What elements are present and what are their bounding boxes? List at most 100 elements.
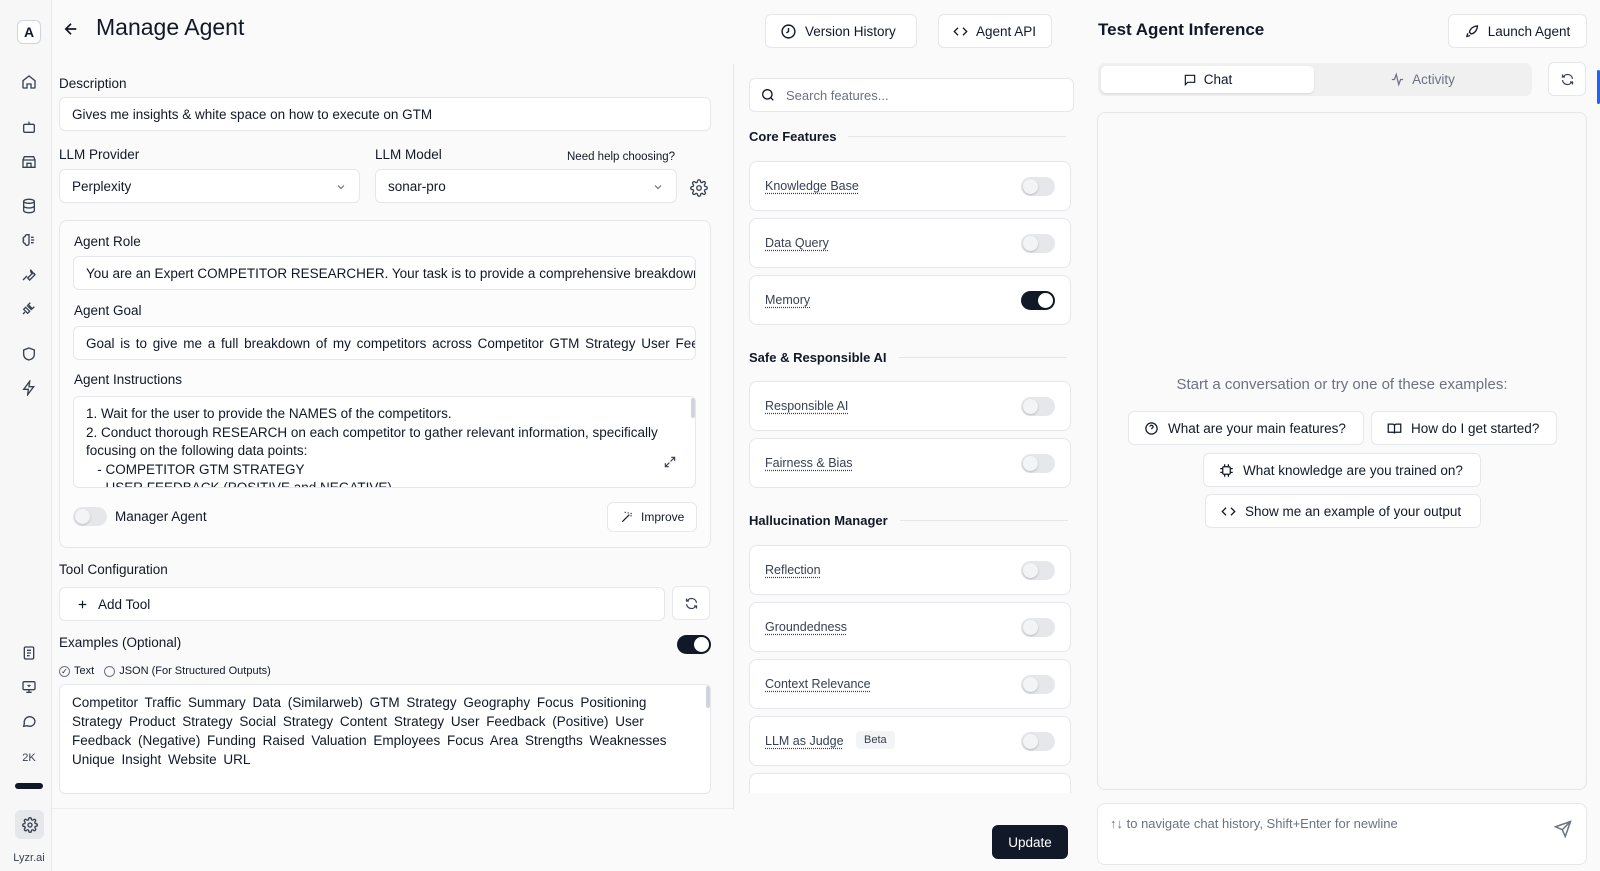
shield-icon[interactable] [19,344,39,364]
feature-card-memory[interactable]: Memory [749,275,1071,325]
chat-bubble-icon [1183,73,1197,87]
feature-card-llm-judge[interactable]: LLM as Judge Beta [749,716,1071,766]
book-icon [1387,421,1402,436]
examples-toggle[interactable] [677,635,711,654]
agent-goal-input[interactable]: Goal is to give me a full breakdown of m… [73,326,696,360]
expand-icon[interactable] [663,455,677,469]
llm-provider-select[interactable]: Perplexity [59,169,360,203]
clock-icon [780,23,797,40]
usage-bar [15,783,43,789]
core-features-heading: Core Features [749,129,1067,144]
send-icon[interactable] [1554,820,1572,838]
groundedness-toggle[interactable] [1021,618,1055,637]
agent-instructions-textarea[interactable]: 1. Wait for the user to provide the NAME… [73,396,696,488]
tab-activity[interactable]: Activity [1316,66,1529,93]
refresh-chat-button[interactable] [1548,62,1586,96]
responsible-ai-toggle[interactable] [1021,397,1055,416]
magic-wand-icon [620,510,634,524]
suggestion-knowledge[interactable]: What knowledge are you trained on? [1203,453,1481,487]
description-input[interactable]: Gives me insights & white space on how t… [59,97,711,131]
radio-text[interactable]: ✓ [59,665,70,677]
settings-gear-icon[interactable] [15,810,44,839]
instruction-line: 2. Conduct thorough RESEARCH on each com… [86,424,658,459]
suggestion-example-output[interactable]: Show me an example of your output [1205,494,1481,528]
context-relevance-toggle[interactable] [1021,675,1055,694]
chat-bubble-icon[interactable] [19,711,39,731]
agent-role-input[interactable]: You are an Expert COMPETITOR RESEARCHER.… [73,256,696,290]
feature-card-groundedness[interactable]: Groundedness [749,602,1071,652]
llm-model-select[interactable]: sonar-pro [375,169,677,203]
improve-button[interactable]: Improve [607,502,698,532]
feature-card-data-query[interactable]: Data Query [749,218,1071,268]
manager-agent-toggle[interactable] [73,507,107,526]
examples-textarea[interactable]: Competitor Traffic Summary Data (Similar… [59,684,711,794]
agent-api-button[interactable]: Agent API [938,14,1052,48]
radio-text-label: Text [74,665,95,677]
tool-configuration-label: Tool Configuration [59,562,168,577]
launch-agent-button[interactable]: Launch Agent [1448,14,1587,48]
llm-provider-label: LLM Provider [59,147,140,162]
instruction-line: - COMPETITOR GTM STRATEGY [86,461,305,477]
brain-icon[interactable] [19,230,39,250]
plug-icon[interactable] [19,298,39,318]
suggestion-label: How do I get started? [1411,420,1540,436]
suggestion-main-features[interactable]: What are your main features? [1128,411,1364,445]
feature-card-reflection[interactable]: Reflection [749,545,1071,595]
agent-api-label: Agent API [976,23,1037,39]
model-settings-gear-icon[interactable] [690,179,708,197]
feature-card-fairness-bias[interactable]: Fairness & Bias [749,438,1071,488]
back-arrow-icon[interactable] [60,18,82,40]
home-icon[interactable] [19,72,39,92]
version-history-button[interactable]: Version History [765,14,917,48]
heading-rule [848,136,1067,137]
feature-card-partial [749,773,1071,793]
workspace-logo[interactable]: A [17,20,41,44]
suggestion-label: What are your main features? [1168,420,1346,436]
description-label: Description [59,76,127,91]
suggestion-label: Show me an example of your output [1245,503,1462,519]
feature-search-input[interactable] [786,87,1046,103]
need-help-link[interactable]: Need help choosing? [567,151,675,163]
instructions-scrollbar[interactable] [691,398,695,418]
manager-agent-label: Manager Agent [115,509,207,524]
update-button[interactable]: Update [992,825,1068,859]
store-icon[interactable] [19,152,39,172]
radio-json[interactable] [104,665,116,677]
fairness-bias-toggle[interactable] [1021,454,1055,473]
chip-icon [1219,463,1234,478]
data-query-toggle[interactable] [1021,234,1055,253]
database-icon[interactable] [19,196,39,216]
wrench-icon[interactable] [19,264,39,284]
examples-scrollbar[interactable] [706,686,710,708]
refresh-icon [684,596,699,611]
reflection-toggle[interactable] [1021,561,1055,580]
add-tool-button[interactable]: Add Tool [59,587,665,621]
instruction-line: - USER FEEDBACK (POSITIVE and NEGATIVE) [86,480,392,488]
knowledge-base-toggle[interactable] [1021,177,1055,196]
activity-icon [1390,72,1405,87]
refresh-tools-button[interactable] [672,586,710,620]
fairness-bias-label: Fairness & Bias [765,456,853,470]
llm-model-label: LLM Model [375,147,442,162]
lightning-icon[interactable] [19,378,39,398]
chat-input[interactable]: ↑↓ to navigate chat history, Shift+Enter… [1097,803,1587,865]
footer-divider [52,808,734,809]
search-icon [760,87,776,103]
suggestion-get-started[interactable]: How do I get started? [1371,411,1557,445]
tab-chat[interactable]: Chat [1101,66,1314,93]
launch-agent-label: Launch Agent [1487,23,1571,39]
memory-toggle[interactable] [1021,291,1055,310]
agents-icon[interactable] [19,117,39,137]
safe-ai-heading: Safe & Responsible AI [749,350,1067,365]
document-icon[interactable] [19,643,39,663]
feature-search[interactable] [749,78,1074,112]
feature-card-knowledge-base[interactable]: Knowledge Base [749,161,1071,211]
suggestion-label: What knowledge are you trained on? [1243,462,1463,478]
radio-json-label: JSON (For Structured Outputs) [119,665,271,677]
instruction-line: 1. Wait for the user to provide the NAME… [86,406,452,421]
llm-judge-toggle[interactable] [1021,732,1055,751]
core-features-title: Core Features [749,129,837,144]
feature-card-responsible-ai[interactable]: Responsible AI [749,381,1071,431]
feature-card-context-relevance[interactable]: Context Relevance [749,659,1071,709]
monitor-icon[interactable] [19,677,39,697]
